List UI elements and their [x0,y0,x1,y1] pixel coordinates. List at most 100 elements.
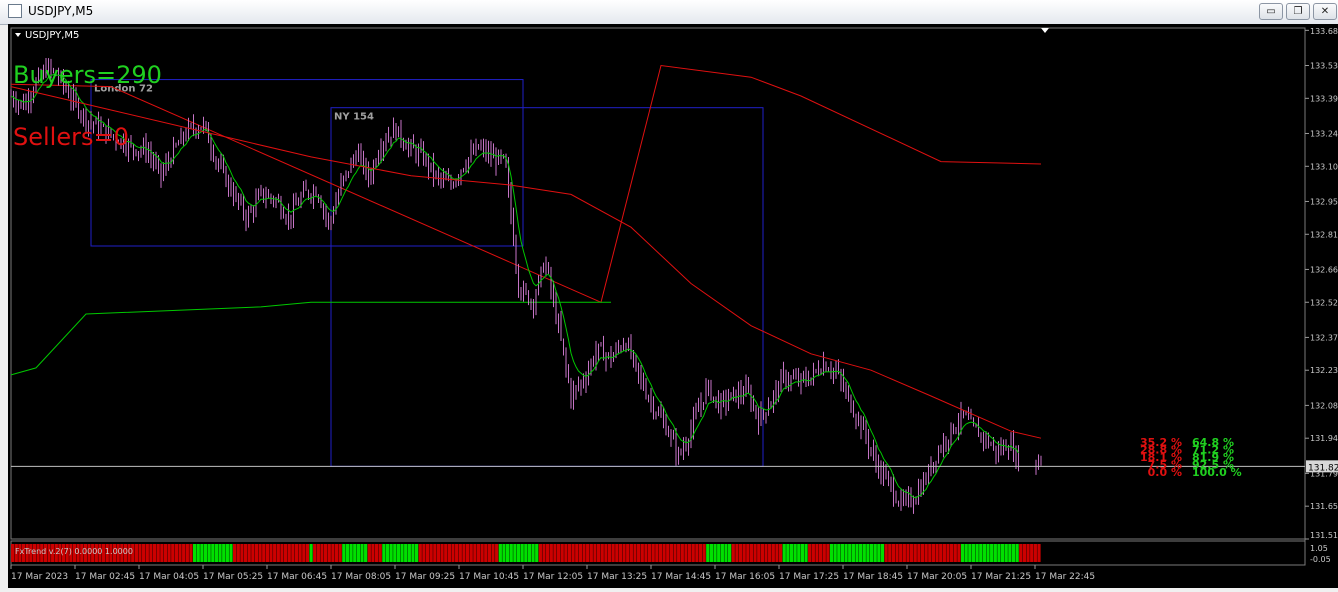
trend-bar [334,544,339,562]
y-tick-label: 133.24 [1310,129,1338,138]
trend-bar [411,544,415,562]
chart-area[interactable]: London 72 NY 154 131.82 133.68 133.53 133.3… [8,24,1338,588]
x-tick-label: 17 Mar 02:45 [75,572,135,582]
trend-bar [549,544,553,562]
trend-bar [356,544,360,562]
trend-bar [888,544,892,562]
subwindow-tick: -0.05 [1310,555,1331,564]
trend-bar [968,544,972,562]
trend-bar [618,544,623,562]
trend-bar [848,544,852,562]
trend-bar [247,544,251,562]
trend-bar [200,544,204,562]
trend-bar [695,544,699,562]
trend-bar [531,544,535,562]
trend-bar [404,544,408,562]
trend-bar [742,544,746,562]
trend-bar [942,544,946,562]
trend-bar [586,544,590,562]
trend-bar [564,544,568,562]
trend-bar [294,544,299,562]
trend-bar [495,544,499,562]
trend-bar [993,544,997,562]
x-tick-label: 17 Mar 13:25 [587,572,647,582]
trend-bar [811,544,815,562]
trend-bar [749,544,754,562]
trend-bar [589,544,593,562]
y-tick-label: 131.65 [1310,502,1338,511]
trend-bar [709,544,714,562]
x-tick-label: 17 Mar 2023 [11,572,68,582]
trend-bar [283,544,288,562]
trend-bar [655,544,659,562]
trend-bar [706,544,710,562]
trend-bar [924,544,928,562]
percent-green: 100.0 % [1192,466,1242,479]
y-tick-label: 131.51 [1310,531,1338,540]
trend-bar [469,544,473,562]
trend-bar [673,544,677,562]
trend-bar [899,544,903,562]
trend-bar [345,544,350,562]
trend-bar [990,544,994,562]
trend-bar [254,544,259,562]
trend-bar [960,544,965,562]
trend-bar [556,544,561,562]
trend-bar [196,544,200,562]
trend-bar [145,544,149,562]
trend-bar [935,544,939,562]
trend-bar [1019,544,1023,562]
trend-bar [192,544,197,562]
trend-bar [527,544,532,562]
trend-bar [982,544,987,562]
close-button[interactable]: ✕ [1313,3,1337,20]
trend-bar [815,544,819,562]
trend-bar [637,544,641,562]
trend-bar [913,544,917,562]
trend-bar [768,544,772,562]
trend-bar [720,544,724,562]
trend-bar [305,544,310,562]
x-tick-label: 17 Mar 17:25 [779,572,839,582]
trend-bar [1015,544,1019,562]
trend-bar [753,544,757,562]
trend-bar [928,544,932,562]
trend-bar [957,544,961,562]
trend-bar [233,544,237,562]
trend-bar [920,544,925,562]
trend-bar [353,544,357,562]
trend-bar [538,544,542,562]
trend-bar [418,544,422,562]
trend-bar [273,544,277,562]
trend-bar [243,544,248,562]
trend-bar [396,544,401,562]
restore-button[interactable]: ❐ [1286,3,1310,20]
trend-bar [360,544,364,562]
trend-bar [800,544,805,562]
minimize-button[interactable]: ▭ [1259,3,1283,20]
trend-bar [786,544,790,562]
chart-header[interactable]: USDJPY,M5 [15,30,79,41]
trend-bar [473,544,477,562]
trend-bar [327,544,331,562]
trend-bar [185,544,189,562]
trend-bar [677,544,681,562]
chart-window-icon [8,4,22,18]
trend-bar [1033,544,1037,562]
price-chart[interactable]: London 72NY 154 131.82 133.68133.53133.3… [8,24,1338,588]
trend-bar [1022,544,1027,562]
trend-bar [793,544,797,562]
trend-bar [484,544,488,562]
trend-bar [906,544,910,562]
trend-bar [211,544,215,562]
trend-bar [465,544,470,562]
trend-bar [458,544,462,562]
trend-bar [611,544,615,562]
trend-bar [979,544,983,562]
trend-bar [342,544,346,562]
trend-bar [436,544,441,562]
trend-bar [778,544,783,562]
window-titlebar: USDJPY,M5 ▭ ❐ ✕ [0,0,1338,25]
y-tick-label: 132.08 [1310,401,1338,410]
x-tick-label: 17 Mar 06:45 [267,572,327,582]
